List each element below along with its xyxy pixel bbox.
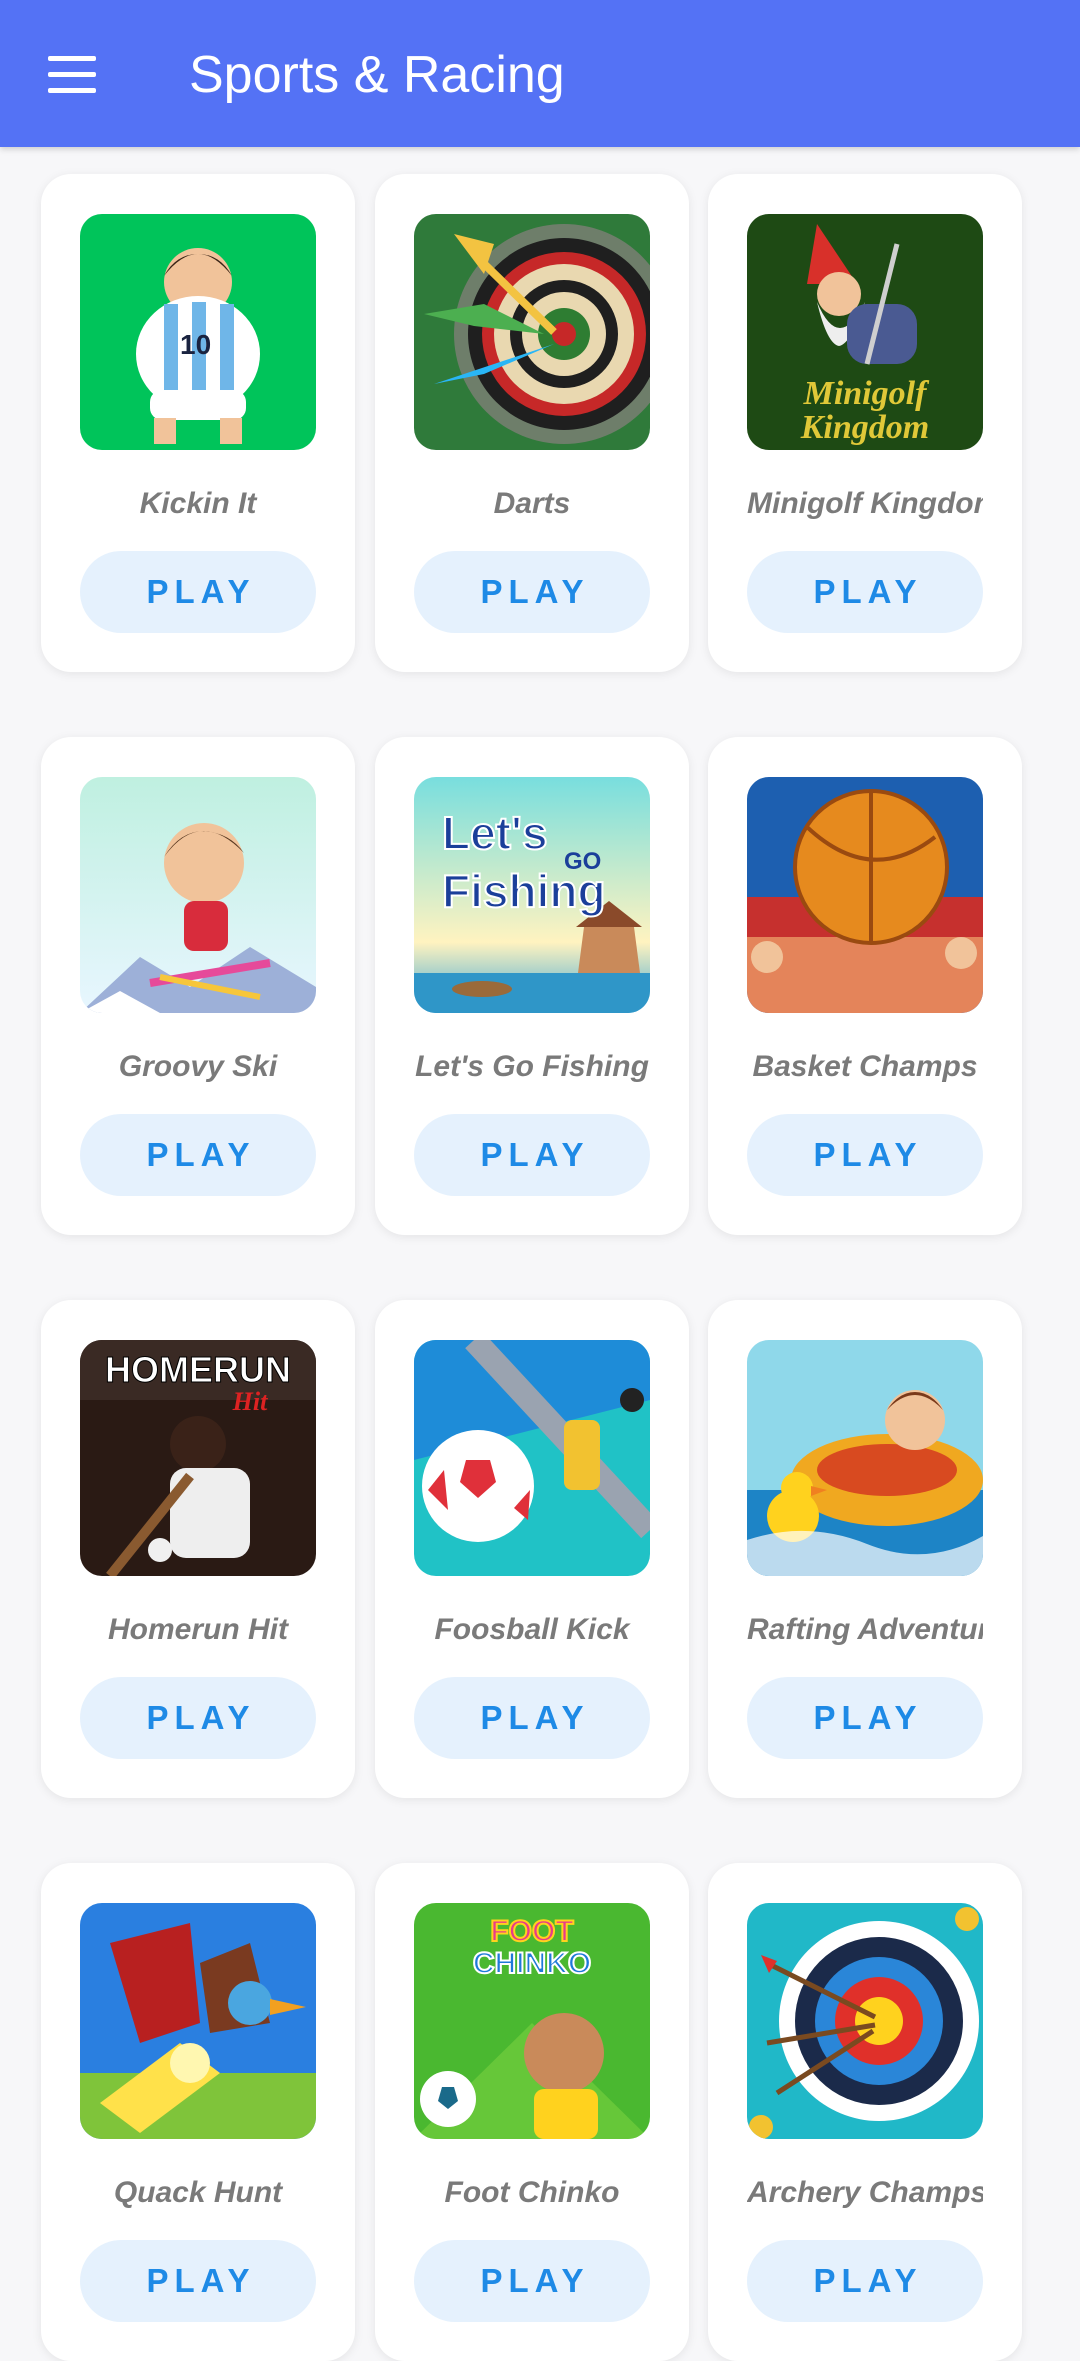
svg-text:HOMERUN: HOMERUN [105,1349,291,1390]
game-title: Minigolf Kingdom [747,487,983,520]
hamburger-menu-icon[interactable] [38,50,108,100]
play-button[interactable]: PLAY [414,1114,650,1196]
game-card-foosball-kick[interactable]: Foosball Kick PLAY [375,1300,689,1798]
soccer-player-thumbnail[interactable]: 10 [80,214,316,450]
game-title: Rafting Adventure [747,1613,983,1646]
game-title: Basket Champs [752,1050,978,1083]
dartboard-thumbnail[interactable] [414,214,650,450]
play-button[interactable]: PLAY [747,1114,983,1196]
game-title: Darts [493,487,571,520]
game-title: Archery Champs [747,2176,983,2209]
game-card-rafting-adventure[interactable]: Rafting Adventure PLAY [708,1300,1022,1798]
svg-text:10: 10 [180,329,211,360]
play-button[interactable]: PLAY [80,551,316,633]
game-card-quack-hunt[interactable]: Quack Hunt PLAY [41,1863,355,2361]
game-title: Quack Hunt [113,2176,283,2209]
game-card-kickin-it[interactable]: 10 Kickin It PLAY [41,174,355,672]
game-card-minigolf-kingdom[interactable]: Minigolf Kingdom Minigolf Kingdom PLAY [708,174,1022,672]
play-button[interactable]: PLAY [747,1677,983,1759]
skier-thumbnail[interactable] [80,777,316,1013]
foosball-thumbnail[interactable] [414,1340,650,1576]
game-card-groovy-ski[interactable]: Groovy Ski PLAY [41,737,355,1235]
game-card-homerun-hit[interactable]: HOMERUN Hit Homerun Hit PLAY [41,1300,355,1798]
page-title: Sports & Racing [189,46,565,104]
game-title: Foot Chinko [444,2176,620,2209]
play-button[interactable]: PLAY [414,551,650,633]
game-title: Let's Go Fishing [415,1050,649,1083]
foot-chinko-thumbnail[interactable]: FOOT CHINKO [414,1903,650,2139]
svg-text:Hit: Hit [232,1387,268,1416]
play-button[interactable]: PLAY [414,1677,650,1759]
svg-text:FOOT: FOOT [490,1915,573,1948]
play-button[interactable]: PLAY [80,1114,316,1196]
play-button[interactable]: PLAY [80,1677,316,1759]
archery-target-thumbnail[interactable] [747,1903,983,2139]
svg-text:CHINKO: CHINKO [473,1947,591,1980]
app-bar: Sports & Racing [0,0,1080,147]
game-card-lets-go-fishing[interactable]: Let's GO Fishing Let's Go Fishing PLAY [375,737,689,1235]
fishing-thumbnail[interactable]: Let's GO Fishing [414,777,650,1013]
rafting-thumbnail[interactable] [747,1340,983,1576]
svg-text:Let's: Let's [442,807,548,859]
svg-text:Kingdom: Kingdom [800,409,929,446]
game-card-archery-champs[interactable]: Archery Champs PLAY [708,1863,1022,2361]
baseball-batter-thumbnail[interactable]: HOMERUN Hit [80,1340,316,1576]
gnome-golfer-thumbnail[interactable]: Minigolf Kingdom [747,214,983,450]
game-title: Foosball Kick [434,1613,630,1646]
duck-hunt-thumbnail[interactable] [80,1903,316,2139]
game-card-basket-champs[interactable]: Basket Champs PLAY [708,737,1022,1235]
game-title: Groovy Ski [118,1050,278,1083]
svg-text:Minigolf: Minigolf [803,375,930,412]
basketball-thumbnail[interactable] [747,777,983,1013]
game-title: Kickin It [139,487,257,520]
play-button[interactable]: PLAY [747,551,983,633]
svg-text:Fishing: Fishing [442,865,606,917]
game-card-foot-chinko[interactable]: FOOT CHINKO Foot Chinko PLAY [375,1863,689,2361]
game-card-darts[interactable]: Darts PLAY [375,174,689,672]
game-title: Homerun Hit [108,1613,288,1646]
